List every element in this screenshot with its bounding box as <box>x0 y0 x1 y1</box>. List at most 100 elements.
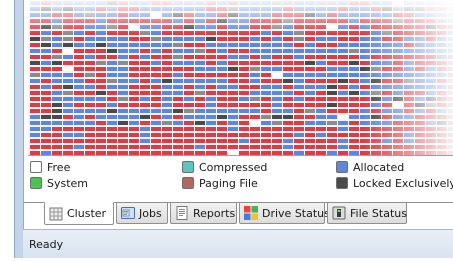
cluster-map[interactable] <box>28 0 453 155</box>
cluster-cell <box>74 97 84 101</box>
cluster-cell <box>52 145 62 149</box>
cluster-cell <box>30 91 40 95</box>
legend-swatch-locked-exclusively <box>336 177 348 189</box>
tab-file-status[interactable]: File Status <box>327 203 407 224</box>
cluster-cell <box>151 31 161 35</box>
cluster-cell <box>228 133 238 137</box>
cluster-cell <box>206 31 216 35</box>
cluster-cell <box>382 121 392 125</box>
cluster-cell <box>437 139 447 143</box>
cluster-cell <box>371 79 381 83</box>
cluster-cell <box>382 61 392 65</box>
cluster-cell <box>217 37 227 41</box>
cluster-cell <box>426 103 436 107</box>
map-border <box>28 155 453 156</box>
cluster-cell <box>404 55 414 59</box>
cluster-cell <box>85 13 95 17</box>
tab-jobs[interactable]: Jobs <box>116 203 168 224</box>
cluster-cell <box>217 109 227 113</box>
cluster-cell <box>118 49 128 53</box>
cluster-cell <box>283 55 293 59</box>
cluster-cell <box>195 67 205 71</box>
cluster-cell <box>173 73 183 77</box>
tab-drive-status-label: Drive Status <box>262 206 330 220</box>
tab-drive-status[interactable]: Drive Status <box>239 203 330 224</box>
cluster-cell <box>30 67 40 71</box>
cluster-cell <box>239 79 249 83</box>
tab-cluster[interactable]: Cluster <box>44 202 114 225</box>
cluster-cell <box>349 73 359 77</box>
cluster-cell <box>129 25 139 29</box>
cluster-cell <box>52 61 62 65</box>
cluster-cell <box>250 1 260 5</box>
cluster-cell <box>360 145 370 149</box>
cluster-cell <box>294 121 304 125</box>
cluster-cell <box>162 7 172 11</box>
cluster-cell <box>85 31 95 35</box>
cluster-cell <box>228 121 238 125</box>
cluster-cell <box>261 19 271 23</box>
cluster-cell <box>415 61 425 65</box>
tab-reports[interactable]: Reports <box>170 203 237 224</box>
cluster-cell <box>107 103 117 107</box>
cluster-cell <box>217 31 227 35</box>
cluster-cell <box>294 13 304 17</box>
cluster-cell <box>162 127 172 131</box>
cluster-cell <box>415 127 425 131</box>
cluster-cell <box>415 55 425 59</box>
cluster-cell <box>360 91 370 95</box>
cluster-cell <box>162 55 172 59</box>
cluster-cell <box>184 73 194 77</box>
cluster-cell <box>360 49 370 53</box>
cluster-cell <box>151 145 161 149</box>
cluster-cell <box>294 145 304 149</box>
cluster-cell <box>228 55 238 59</box>
cluster-cell <box>360 37 370 41</box>
cluster-cell <box>140 31 150 35</box>
cluster-cell <box>305 55 315 59</box>
cluster-cell <box>74 49 84 53</box>
cluster-cell <box>294 91 304 95</box>
cluster-cell <box>371 91 381 95</box>
cluster-cell <box>85 49 95 53</box>
legend-item-free: Free <box>30 160 70 174</box>
cluster-cell <box>382 25 392 29</box>
drive-status-icon <box>244 206 258 220</box>
cluster-cell <box>239 139 249 143</box>
cluster-cell <box>30 49 40 53</box>
cluster-cell <box>239 145 249 149</box>
cluster-cell <box>349 61 359 65</box>
cluster-cell <box>85 127 95 131</box>
cluster-cell <box>140 91 150 95</box>
cluster-cell <box>129 61 139 65</box>
cluster-cell <box>107 97 117 101</box>
cluster-cell <box>184 121 194 125</box>
cluster-cell <box>360 19 370 23</box>
cluster-cell <box>239 121 249 125</box>
cluster-cell <box>382 37 392 41</box>
cluster-cell <box>173 7 183 11</box>
cluster-cell <box>228 139 238 143</box>
cluster-cell <box>382 19 392 23</box>
cluster-cell <box>30 133 40 137</box>
client-area: Free System Compressed Paging File Alloc… <box>23 0 453 229</box>
cluster-cell <box>206 121 216 125</box>
cluster-cell <box>173 97 183 101</box>
cluster-cell <box>228 37 238 41</box>
cluster-cell <box>41 55 51 59</box>
cluster-cell <box>371 1 381 5</box>
view-tabbar: Cluster Jobs Reports Drive Status File S… <box>24 202 453 226</box>
cluster-cell <box>41 61 51 65</box>
cluster-cell <box>448 109 453 113</box>
legend-item-system: System <box>30 176 88 190</box>
cluster-cell <box>52 115 62 119</box>
cluster-cell <box>371 43 381 47</box>
cluster-cell <box>140 61 150 65</box>
cluster-cell <box>349 115 359 119</box>
cluster-cell <box>228 61 238 65</box>
cluster-cell <box>162 103 172 107</box>
cluster-cell <box>140 73 150 77</box>
cluster-cell <box>404 79 414 83</box>
cluster-cell <box>327 43 337 47</box>
cluster-cell <box>74 25 84 29</box>
